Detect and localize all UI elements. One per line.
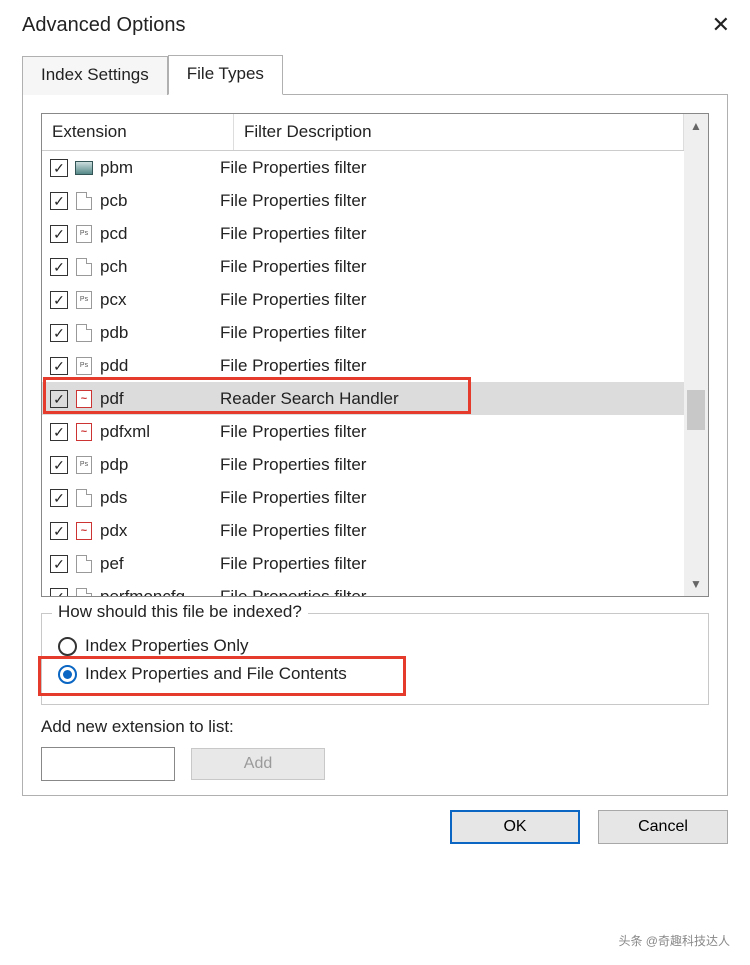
watermark: 头条 @奇趣科技达人 — [612, 930, 736, 951]
file-ps-icon: Ps — [76, 357, 92, 375]
filter-description-cell: File Properties filter — [220, 257, 366, 277]
filter-description-cell: File Properties filter — [220, 521, 366, 541]
checkbox[interactable]: ✓ — [50, 555, 68, 573]
checkbox[interactable]: ✓ — [50, 423, 68, 441]
checkbox[interactable]: ✓ — [50, 192, 68, 210]
close-icon[interactable]: ✕ — [706, 12, 736, 38]
cancel-button[interactable]: Cancel — [598, 810, 728, 844]
table-row[interactable]: ✓ pdsFile Properties filter — [42, 481, 684, 514]
table-row[interactable]: ✓ PspcxFile Properties filter — [42, 283, 684, 316]
extension-cell: pdd — [100, 356, 220, 376]
ok-button[interactable]: OK — [450, 810, 580, 844]
table-row[interactable]: ✓ PspddFile Properties filter — [42, 349, 684, 382]
filter-description-cell: File Properties filter — [220, 488, 366, 508]
scroll-down-icon[interactable]: ▼ — [690, 572, 702, 596]
dialog-title: Advanced Options — [22, 14, 185, 37]
table-row[interactable]: ✓ ~ pdfReader Search Handler — [42, 382, 684, 415]
extension-cell: pbm — [100, 158, 220, 178]
file-icon — [76, 489, 92, 507]
filter-description-cell: File Properties filter — [220, 554, 366, 574]
extension-cell: perfmoncfg — [100, 587, 220, 597]
extension-cell: pdf — [100, 389, 220, 409]
filter-description-cell: File Properties filter — [220, 290, 366, 310]
filter-description-cell: Reader Search Handler — [220, 389, 399, 409]
table-row[interactable]: ✓ ~ pdxFile Properties filter — [42, 514, 684, 547]
radio-label-properties-only[interactable]: Index Properties Only — [85, 636, 248, 656]
filter-description-cell: File Properties filter — [220, 323, 366, 343]
checkbox[interactable]: ✓ — [50, 324, 68, 342]
table-row[interactable]: ✓ PspdpFile Properties filter — [42, 448, 684, 481]
file-pdf-icon: ~ — [76, 423, 92, 441]
checkbox[interactable]: ✓ — [50, 159, 68, 177]
group-legend: How should this file be indexed? — [52, 602, 308, 622]
radio-properties-only[interactable] — [58, 637, 77, 656]
checkbox[interactable]: ✓ — [50, 456, 68, 474]
extension-cell: pdp — [100, 455, 220, 475]
file-pdf-icon: ~ — [76, 522, 92, 540]
table-row[interactable]: ✓ pcbFile Properties filter — [42, 184, 684, 217]
checkbox[interactable]: ✓ — [50, 225, 68, 243]
extension-cell: pch — [100, 257, 220, 277]
file-icon — [76, 324, 92, 342]
scrollbar-vertical[interactable]: ▲ ▼ — [684, 114, 708, 596]
filter-description-cell: File Properties filter — [220, 587, 366, 597]
extension-cell: pcx — [100, 290, 220, 310]
extension-cell: pef — [100, 554, 220, 574]
file-ps-icon: Ps — [76, 291, 92, 309]
tab-index-settings[interactable]: Index Settings — [22, 56, 168, 95]
checkbox[interactable]: ✓ — [50, 522, 68, 540]
scroll-thumb[interactable] — [687, 390, 705, 430]
filter-description-cell: File Properties filter — [220, 422, 366, 442]
filter-description-cell: File Properties filter — [220, 356, 366, 376]
extension-cell: pdb — [100, 323, 220, 343]
tab-file-types[interactable]: File Types — [168, 55, 283, 95]
table-row[interactable]: ✓ perfmoncfgFile Properties filter — [42, 580, 684, 596]
column-header-extension[interactable]: Extension — [42, 114, 234, 150]
file-icon — [76, 258, 92, 276]
file-pdf-icon: ~ — [76, 390, 92, 408]
add-extension-input[interactable] — [41, 747, 175, 781]
index-mode-group: How should this file be indexed? Index P… — [41, 613, 709, 705]
column-header-filter-description[interactable]: Filter Description — [234, 114, 684, 150]
extension-cell: pds — [100, 488, 220, 508]
extension-cell: pcb — [100, 191, 220, 211]
tab-panel-file-types: Extension Filter Description ✓pbmFile Pr… — [22, 95, 728, 796]
file-ps-icon: Ps — [76, 225, 92, 243]
file-image-icon — [75, 161, 93, 175]
filter-description-cell: File Properties filter — [220, 158, 366, 178]
file-icon — [76, 555, 92, 573]
filter-description-cell: File Properties filter — [220, 455, 366, 475]
checkbox[interactable]: ✓ — [50, 489, 68, 507]
table-row[interactable]: ✓ pchFile Properties filter — [42, 250, 684, 283]
checkbox[interactable]: ✓ — [50, 588, 68, 597]
file-icon — [76, 588, 92, 597]
scroll-up-icon[interactable]: ▲ — [690, 114, 702, 138]
table-row[interactable]: ✓ pefFile Properties filter — [42, 547, 684, 580]
extension-cell: pdfxml — [100, 422, 220, 442]
radio-properties-and-contents[interactable] — [58, 665, 77, 684]
extension-cell: pdx — [100, 521, 220, 541]
file-types-list: Extension Filter Description ✓pbmFile Pr… — [41, 113, 709, 597]
checkbox[interactable]: ✓ — [50, 390, 68, 408]
filter-description-cell: File Properties filter — [220, 191, 366, 211]
table-row[interactable]: ✓ pbmFile Properties filter — [42, 151, 684, 184]
file-ps-icon: Ps — [76, 456, 92, 474]
radio-label-properties-and-contents[interactable]: Index Properties and File Contents — [85, 664, 347, 684]
add-extension-label: Add new extension to list: — [41, 717, 709, 737]
table-row[interactable]: ✓ pdbFile Properties filter — [42, 316, 684, 349]
filter-description-cell: File Properties filter — [220, 224, 366, 244]
tab-strip: Index Settings File Types — [22, 54, 728, 95]
table-row[interactable]: ✓ ~ pdfxmlFile Properties filter — [42, 415, 684, 448]
add-button: Add — [191, 748, 325, 780]
table-row[interactable]: ✓ PspcdFile Properties filter — [42, 217, 684, 250]
checkbox[interactable]: ✓ — [50, 291, 68, 309]
scroll-track[interactable] — [684, 138, 708, 572]
checkbox[interactable]: ✓ — [50, 357, 68, 375]
extension-cell: pcd — [100, 224, 220, 244]
checkbox[interactable]: ✓ — [50, 258, 68, 276]
file-icon — [76, 192, 92, 210]
